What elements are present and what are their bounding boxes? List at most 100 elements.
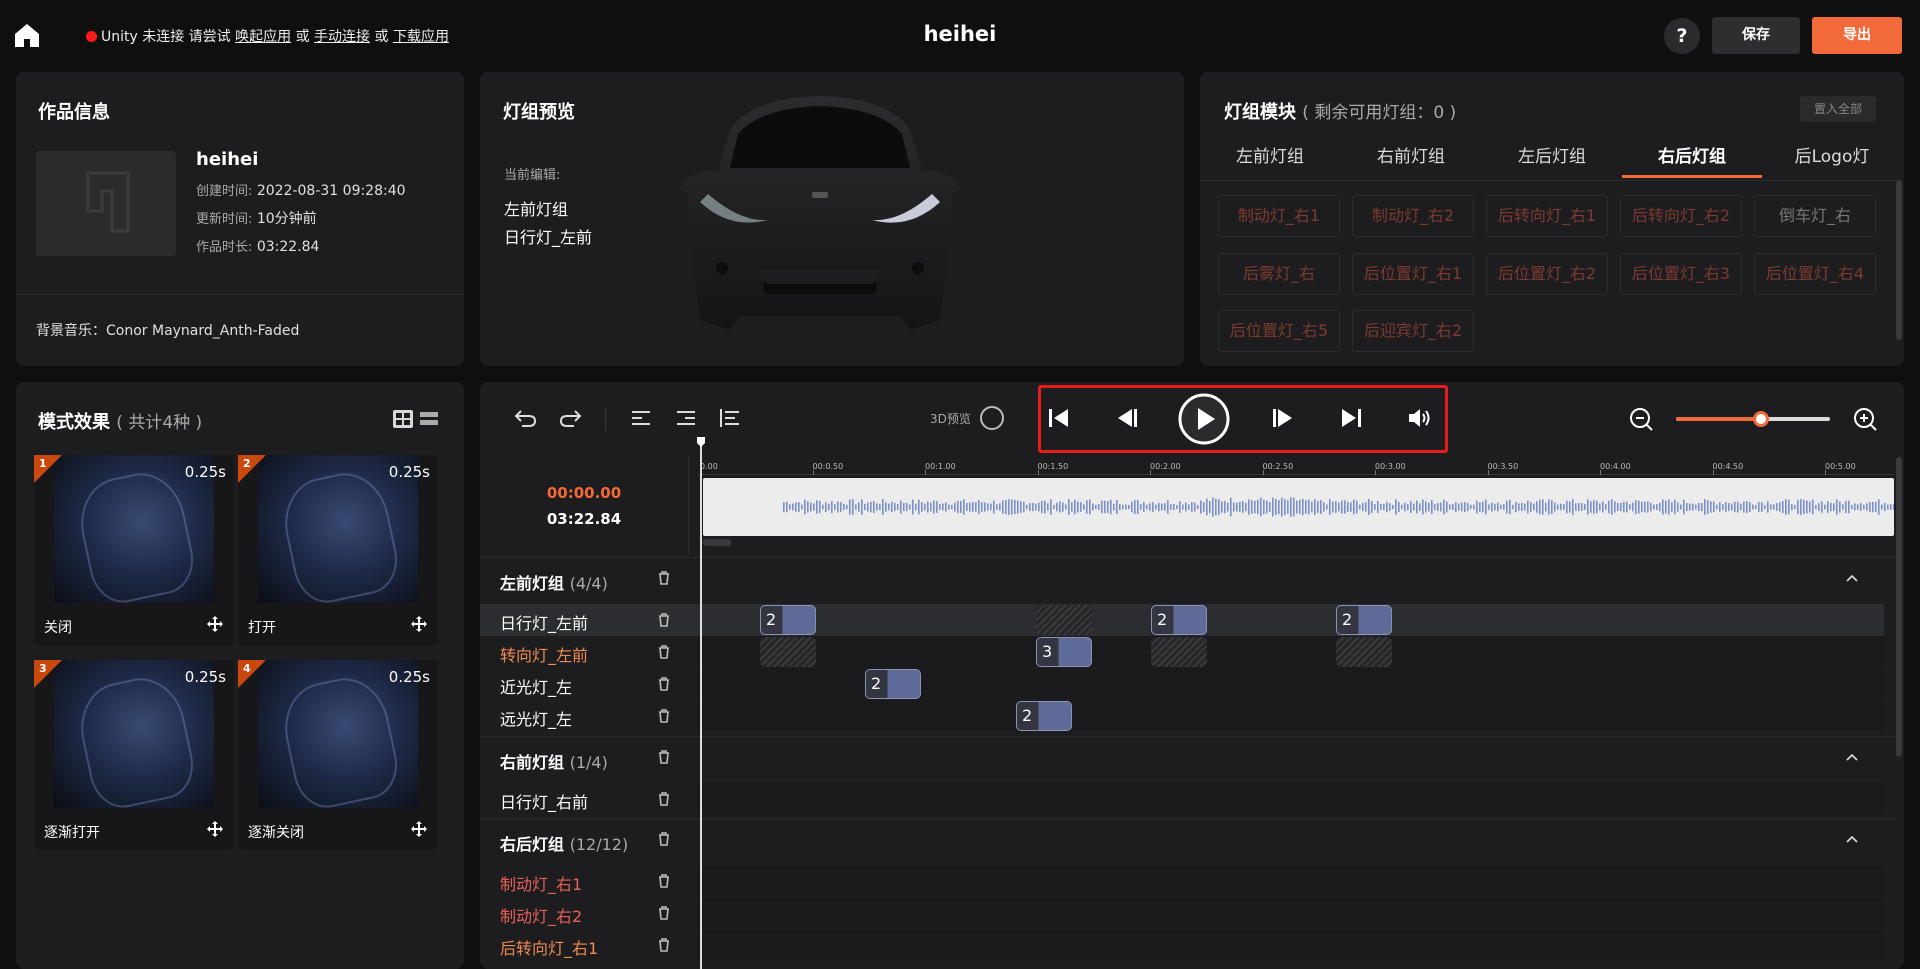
help-button[interactable]: ? bbox=[1664, 18, 1700, 54]
group-header-left-front[interactable]: 左前灯组 (4/4) bbox=[480, 557, 1896, 597]
track-lane[interactable] bbox=[698, 897, 1884, 928]
effect-number: 3 bbox=[39, 662, 47, 675]
track-row[interactable]: 近光灯_左 bbox=[480, 668, 1884, 700]
step-forward-icon[interactable] bbox=[1270, 405, 1296, 431]
grid-view-icon[interactable] bbox=[393, 410, 413, 428]
module-chip[interactable]: 后位置灯_右5 bbox=[1218, 310, 1340, 352]
tab-right-rear-group[interactable]: 右后灯组 bbox=[1622, 142, 1762, 178]
time-ruler[interactable] bbox=[698, 474, 1894, 475]
timeline-scrollbar[interactable] bbox=[1896, 457, 1902, 757]
home-icon[interactable] bbox=[14, 22, 40, 48]
volume-icon[interactable] bbox=[1406, 405, 1432, 431]
module-chip[interactable]: 后雾灯_右 bbox=[1218, 253, 1340, 295]
track-lane[interactable] bbox=[698, 783, 1884, 814]
drag-move-icon[interactable] bbox=[206, 615, 224, 633]
collapse-chevron-icon[interactable] bbox=[1844, 831, 1860, 847]
step-backward-icon[interactable] bbox=[1114, 405, 1140, 431]
zoom-slider[interactable] bbox=[1676, 411, 1830, 427]
track-row[interactable]: 制动灯_右2 bbox=[480, 897, 1884, 929]
track-lane[interactable] bbox=[698, 604, 1884, 635]
trash-icon[interactable] bbox=[658, 874, 670, 888]
module-chip[interactable]: 倒车灯_右 bbox=[1754, 195, 1876, 237]
collapse-chevron-icon[interactable] bbox=[1844, 749, 1860, 765]
tab-right-front-group[interactable]: 右前灯组 bbox=[1341, 142, 1481, 178]
list-view-icon[interactable] bbox=[420, 410, 438, 428]
track-row[interactable]: 后转向灯_右1 bbox=[480, 929, 1884, 961]
track-row[interactable]: 日行灯_右前 bbox=[480, 783, 1884, 815]
skip-to-start-icon[interactable] bbox=[1046, 405, 1072, 431]
trash-icon[interactable] bbox=[658, 645, 670, 659]
manual-connect-link[interactable]: 手动连接 bbox=[314, 29, 370, 45]
group-header-right-rear[interactable]: 右后灯组 (12/12) bbox=[480, 818, 1896, 858]
effect-clip[interactable]: 2 bbox=[1336, 605, 1392, 635]
download-app-link[interactable]: 下载应用 bbox=[393, 29, 449, 45]
trash-icon[interactable] bbox=[658, 571, 670, 585]
module-chip[interactable]: 后转向灯_右1 bbox=[1486, 195, 1608, 237]
collapse-chevron-icon[interactable] bbox=[1844, 570, 1860, 586]
playhead[interactable] bbox=[700, 442, 702, 969]
track-lane[interactable] bbox=[698, 700, 1884, 731]
effect-clip[interactable]: 2 bbox=[1151, 605, 1207, 635]
tab-left-rear-group[interactable]: 左后灯组 bbox=[1482, 142, 1622, 178]
track-lane[interactable] bbox=[698, 929, 1884, 960]
module-chip[interactable]: 制动灯_右1 bbox=[1218, 195, 1340, 237]
trash-icon[interactable] bbox=[658, 750, 670, 764]
mode-effect-card[interactable]: 4 0.25s 逐渐关闭 bbox=[238, 660, 438, 850]
module-scrollbar[interactable] bbox=[1896, 180, 1902, 340]
replace-all-button[interactable]: 置入全部 bbox=[1800, 96, 1876, 122]
zoom-out-icon[interactable] bbox=[1628, 406, 1654, 432]
tab-rear-logo-light[interactable]: 后Logo灯 bbox=[1762, 142, 1902, 178]
group-header-right-front[interactable]: 右前灯组 (1/4) bbox=[480, 736, 1896, 776]
module-chip[interactable]: 后位置灯_右4 bbox=[1754, 253, 1876, 295]
play-icon[interactable] bbox=[1178, 393, 1230, 445]
module-chip[interactable]: 后迎宾灯_右2 bbox=[1352, 310, 1474, 352]
waveform-bar bbox=[1818, 503, 1820, 511]
save-button[interactable]: 保存 bbox=[1712, 17, 1800, 54]
mode-effect-card[interactable]: 3 0.25s 逐渐打开 bbox=[34, 660, 234, 850]
zoom-in-icon[interactable] bbox=[1852, 406, 1878, 432]
mode-effect-card[interactable]: 1 0.25s 关闭 bbox=[34, 455, 234, 645]
zoom-slider-thumb[interactable] bbox=[1752, 411, 1769, 427]
launch-app-link[interactable]: 唤起应用 bbox=[235, 29, 291, 45]
waveform-bar bbox=[1722, 504, 1724, 510]
waveform-bar bbox=[915, 503, 917, 511]
module-chip[interactable]: 后位置灯_右3 bbox=[1620, 253, 1742, 295]
track-lane[interactable] bbox=[698, 865, 1884, 896]
track-row[interactable]: 远光灯_左 bbox=[480, 700, 1884, 732]
waveform-bar bbox=[1080, 502, 1082, 512]
mode-effect-card[interactable]: 2 0.25s 打开 bbox=[238, 455, 438, 645]
trash-icon[interactable] bbox=[658, 832, 670, 846]
trash-icon[interactable] bbox=[658, 677, 670, 691]
redo-icon[interactable] bbox=[557, 405, 583, 431]
module-chip[interactable]: 后转向灯_右2 bbox=[1620, 195, 1742, 237]
align-right-icon[interactable] bbox=[673, 405, 699, 431]
trash-icon[interactable] bbox=[658, 938, 670, 952]
track-lane[interactable] bbox=[698, 636, 1884, 667]
export-button[interactable]: 导出 bbox=[1812, 17, 1902, 54]
trash-icon[interactable] bbox=[658, 792, 670, 806]
trash-icon[interactable] bbox=[658, 709, 670, 723]
tab-left-front-group[interactable]: 左前灯组 bbox=[1200, 142, 1340, 178]
module-chip[interactable]: 后位置灯_右2 bbox=[1486, 253, 1608, 295]
audio-waveform[interactable] bbox=[703, 478, 1894, 536]
module-chip[interactable]: 后位置灯_右1 bbox=[1352, 253, 1474, 295]
effect-clip[interactable]: 2 bbox=[1016, 701, 1072, 731]
skip-to-end-icon[interactable] bbox=[1338, 405, 1364, 431]
trash-icon[interactable] bbox=[658, 613, 670, 627]
3d-preview-toggle[interactable] bbox=[980, 406, 1004, 430]
drag-move-icon[interactable] bbox=[206, 820, 224, 838]
waveform-bar bbox=[957, 500, 959, 514]
track-row[interactable]: 制动灯_右1 bbox=[480, 865, 1884, 897]
align-left-icon[interactable] bbox=[628, 405, 654, 431]
module-chip[interactable]: 制动灯_右2 bbox=[1352, 195, 1474, 237]
undo-icon[interactable] bbox=[513, 405, 539, 431]
waveform-bar bbox=[810, 502, 812, 512]
effect-clip[interactable]: 2 bbox=[760, 605, 816, 635]
distribute-icon[interactable] bbox=[717, 405, 743, 431]
drag-move-icon[interactable] bbox=[410, 615, 428, 633]
drag-move-icon[interactable] bbox=[410, 820, 428, 838]
waveform-scrollbar[interactable] bbox=[703, 539, 731, 546]
effect-clip[interactable]: 2 bbox=[865, 669, 921, 699]
effect-clip[interactable]: 3 bbox=[1036, 637, 1092, 667]
trash-icon[interactable] bbox=[658, 906, 670, 920]
